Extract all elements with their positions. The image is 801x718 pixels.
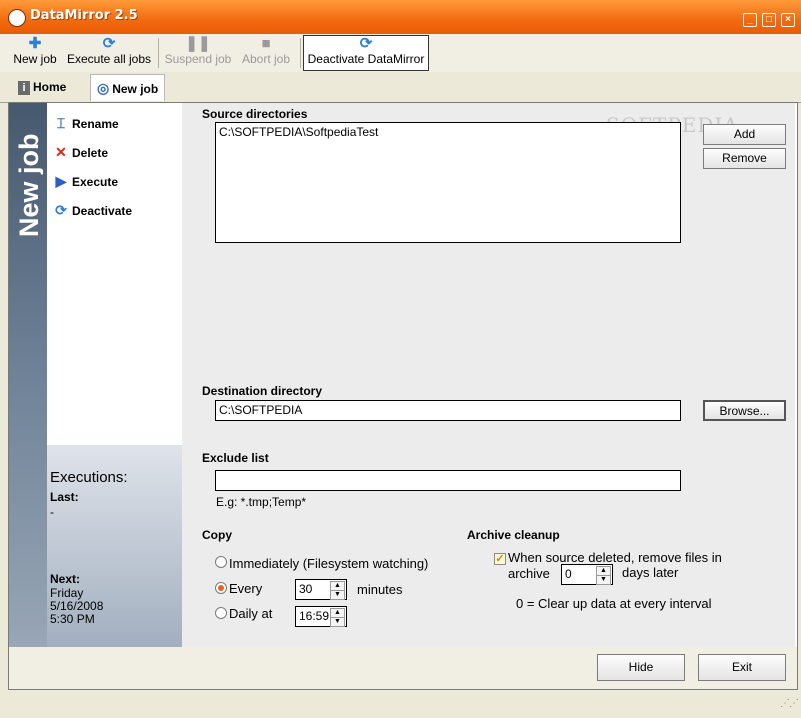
delete-icon: ✕: [55, 144, 67, 160]
minutes-label: minutes: [357, 582, 403, 597]
vertical-title-strip: New job: [9, 103, 47, 647]
minimize-icon[interactable]: _: [743, 13, 757, 27]
suspend-job-button[interactable]: ❚❚ Suspend job: [163, 36, 233, 70]
add-button[interactable]: Add: [703, 124, 786, 145]
executions-panel: Executions: Last: - Next: Friday 5/16/20…: [47, 445, 182, 647]
toolbar-separator: [300, 38, 301, 68]
every-minutes-stepper[interactable]: 30 ▲ ▼: [295, 579, 347, 600]
refresh-icon: ⟳: [102, 35, 116, 52]
list-item[interactable]: C:\SOFTPEDIA\SoftpediaTest: [216, 123, 680, 141]
deactivate-datamirror-button[interactable]: ⟳ Deactivate DataMirror: [303, 35, 429, 71]
destination-value: C:\SOFTPEDIA: [219, 403, 303, 417]
title-bar[interactable]: DataMirror 2.5 _ □ ×: [0, 0, 801, 34]
app-icon: [8, 9, 26, 27]
toolbar-separator: [158, 38, 159, 68]
abort-job-button[interactable]: ■ Abort job: [238, 36, 294, 70]
maximize-icon[interactable]: □: [762, 13, 776, 27]
deactivate-action[interactable]: ⟳ Deactivate: [53, 200, 132, 220]
execute-all-jobs-button[interactable]: ⟳ Execute all jobs: [65, 36, 153, 70]
source-directories-label: Source directories: [202, 107, 308, 121]
exclude-hint: E.g: *.tmp;Temp*: [216, 495, 307, 509]
svg-text:New job: New job: [14, 133, 43, 237]
daily-at-label[interactable]: Daily at: [229, 606, 272, 621]
every-minutes-value: 30: [299, 582, 313, 596]
execute-action[interactable]: ▶ Execute: [53, 171, 118, 191]
close-icon[interactable]: ×: [781, 13, 795, 27]
remove-files-label[interactable]: When source deleted, remove files in: [508, 550, 722, 565]
next-label: Next:: [50, 572, 81, 586]
daily-at-radio[interactable]: [215, 607, 227, 619]
destination-directory-label: Destination directory: [202, 384, 323, 398]
browse-button[interactable]: Browse...: [703, 400, 786, 421]
days-stepper[interactable]: 0 ▲ ▼: [561, 564, 613, 585]
destination-directory-field[interactable]: C:\SOFTPEDIA: [215, 400, 681, 421]
new-job-button[interactable]: ✚ New job: [10, 36, 60, 70]
job-icon: ◎: [97, 80, 110, 96]
plus-icon: ✚: [28, 35, 42, 52]
vertical-page-title: New job: [14, 133, 43, 237]
rename-action[interactable]: ⌶ Rename: [53, 113, 119, 133]
every-label[interactable]: Every: [229, 581, 262, 596]
rename-icon: ⌶: [56, 115, 66, 131]
copy-label: Copy: [202, 528, 232, 542]
source-directories-list[interactable]: C:\SOFTPEDIA\SoftpediaTest: [215, 122, 681, 243]
spin-down-icon[interactable]: ▼: [330, 617, 345, 627]
hide-button[interactable]: Hide: [597, 654, 685, 681]
next-date: 5/16/2008: [50, 599, 104, 613]
deactivate-icon: ⟳: [359, 35, 373, 52]
executions-heading: Executions:: [50, 469, 128, 486]
deactivate-icon: ⟳: [55, 202, 67, 218]
last-value: -: [50, 505, 54, 519]
archive-note: 0 = Clear up data at every interval: [516, 596, 712, 611]
stop-icon: ■: [261, 35, 271, 52]
delete-action[interactable]: ✕ Delete: [53, 142, 108, 162]
toolbar: ✚ New job ⟳ Execute all jobs ❚❚ Suspend …: [0, 34, 801, 73]
remove-button[interactable]: Remove: [703, 148, 786, 169]
next-day: Friday: [50, 586, 84, 600]
bottom-bar: Hide Exit: [8, 647, 798, 690]
next-time: 5:30 PM: [50, 612, 95, 626]
daily-time-picker[interactable]: 16:59 ▲ ▼: [295, 606, 347, 627]
daily-time-value: 16:59: [299, 609, 330, 623]
immediately-label[interactable]: Immediately (Filesystem watching): [229, 556, 428, 571]
tab-home[interactable]: i Home: [12, 74, 72, 100]
immediately-radio[interactable]: [215, 556, 227, 568]
window-title: DataMirror 2.5: [30, 8, 138, 23]
play-icon: ▶: [55, 173, 67, 189]
resize-grip-icon[interactable]: ⋰⋰: [780, 698, 799, 709]
info-icon: i: [18, 80, 30, 95]
archive-label: archive: [508, 566, 550, 581]
pause-icon: ❚❚: [185, 35, 211, 52]
archive-cleanup-label: Archive cleanup: [467, 528, 560, 542]
days-value: 0: [565, 567, 572, 581]
spin-down-icon[interactable]: ▼: [596, 575, 611, 585]
action-panel: ⌶ Rename ✕ Delete ▶ Execute ⟳ Deactivate: [47, 103, 182, 445]
exclude-list-label: Exclude list: [202, 451, 269, 465]
exclude-list-field[interactable]: [215, 470, 681, 491]
tab-new-job[interactable]: ◎ New job: [90, 74, 166, 101]
spin-down-icon[interactable]: ▼: [330, 590, 345, 600]
last-label: Last:: [50, 490, 79, 504]
every-radio[interactable]: [215, 582, 227, 594]
exit-button[interactable]: Exit: [698, 654, 786, 681]
remove-files-checkbox[interactable]: ✓: [494, 553, 506, 565]
days-later-label: days later: [622, 565, 679, 580]
tab-bar: i Home ◎ New job: [0, 72, 801, 103]
